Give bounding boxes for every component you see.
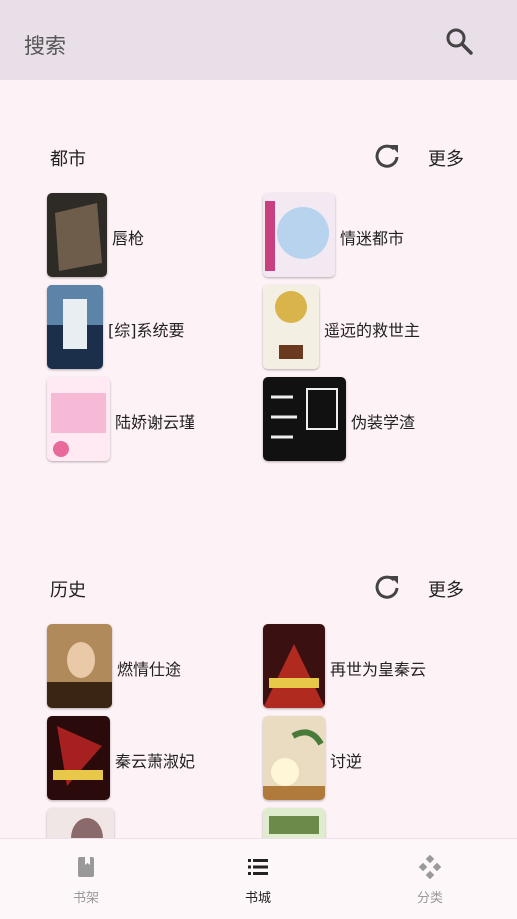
- book-cover: [263, 193, 335, 277]
- book-cover: [263, 808, 325, 838]
- nav-bookstore[interactable]: 书城: [172, 839, 344, 919]
- book-title: 陆娇谢云瑾: [115, 413, 196, 432]
- bookstore-content[interactable]: 都市 更多 唇枪 情迷都市 [综]系统要 遥远的救世主 陆娇谢云瑾 伪装学渣 历…: [0, 80, 517, 838]
- book-cover: [263, 285, 319, 369]
- book-cover: [47, 285, 103, 369]
- book-title: 伪装学渣: [351, 413, 416, 432]
- refresh-button[interactable]: [372, 571, 402, 601]
- bottom-navigation: 书架 书城 分类: [0, 838, 517, 919]
- category-icon: [418, 855, 442, 879]
- nav-label: 书架: [72, 891, 99, 906]
- book-item[interactable]: 讨逆: [263, 716, 443, 800]
- book-title: [综]系统要: [108, 321, 185, 340]
- book-item[interactable]: [47, 808, 227, 838]
- book-title: 遥远的救世主: [324, 321, 421, 340]
- book-cover: [47, 716, 110, 800]
- search-button[interactable]: [438, 20, 480, 62]
- book-item[interactable]: 伪装学渣: [263, 377, 443, 461]
- book-item[interactable]: 陆娇谢云瑾: [47, 377, 227, 461]
- section-urban: 都市 更多 唇枪 情迷都市 [综]系统要 遥远的救世主 陆娇谢云瑾 伪装学渣: [0, 80, 517, 490]
- refresh-icon: [375, 575, 399, 599]
- book-cover: [263, 716, 325, 800]
- book-item[interactable]: 燃情仕途: [47, 624, 227, 708]
- book-item[interactable]: 秦云萧淑妃: [47, 716, 227, 800]
- book-cover: [47, 193, 107, 277]
- book-cover: [263, 624, 325, 708]
- page-title: 搜索: [24, 34, 66, 58]
- book-item[interactable]: 遥远的救世主: [263, 285, 443, 369]
- book-title: 燃情仕途: [117, 660, 182, 679]
- book-cover: [263, 377, 346, 461]
- book-title: 唇枪: [112, 229, 145, 248]
- book-title: 情迷都市: [340, 229, 405, 248]
- book-cover: [47, 377, 110, 461]
- nav-bookshelf[interactable]: 书架: [0, 839, 172, 919]
- section-history: 历史 更多 燃情仕途 再世为皇秦云 秦云萧淑妃 讨逆: [0, 511, 517, 838]
- book-title: 秦云萧淑妃: [115, 752, 196, 771]
- book-item[interactable]: 再世为皇秦云: [263, 624, 443, 708]
- nav-category[interactable]: 分类: [344, 839, 516, 919]
- book-title: 讨逆: [330, 752, 363, 771]
- app-bar: 搜索: [0, 0, 517, 80]
- book-cover: [47, 624, 112, 708]
- book-cover: [47, 808, 114, 838]
- nav-label: 分类: [416, 891, 443, 906]
- section-title: 历史: [50, 580, 86, 601]
- list-icon: [248, 859, 268, 875]
- nav-label: 书城: [244, 891, 271, 906]
- refresh-button[interactable]: [372, 140, 402, 170]
- book-icon: [78, 857, 94, 877]
- book-title: 再世为皇秦云: [330, 660, 427, 679]
- more-button[interactable]: 更多: [428, 145, 464, 171]
- search-icon: [446, 28, 473, 55]
- book-item[interactable]: 唇枪: [47, 193, 227, 277]
- book-item[interactable]: [263, 808, 443, 838]
- section-title: 都市: [50, 149, 86, 170]
- book-item[interactable]: 情迷都市: [263, 193, 443, 277]
- more-button[interactable]: 更多: [428, 576, 464, 602]
- book-item[interactable]: [综]系统要: [47, 285, 227, 369]
- refresh-icon: [375, 144, 399, 168]
